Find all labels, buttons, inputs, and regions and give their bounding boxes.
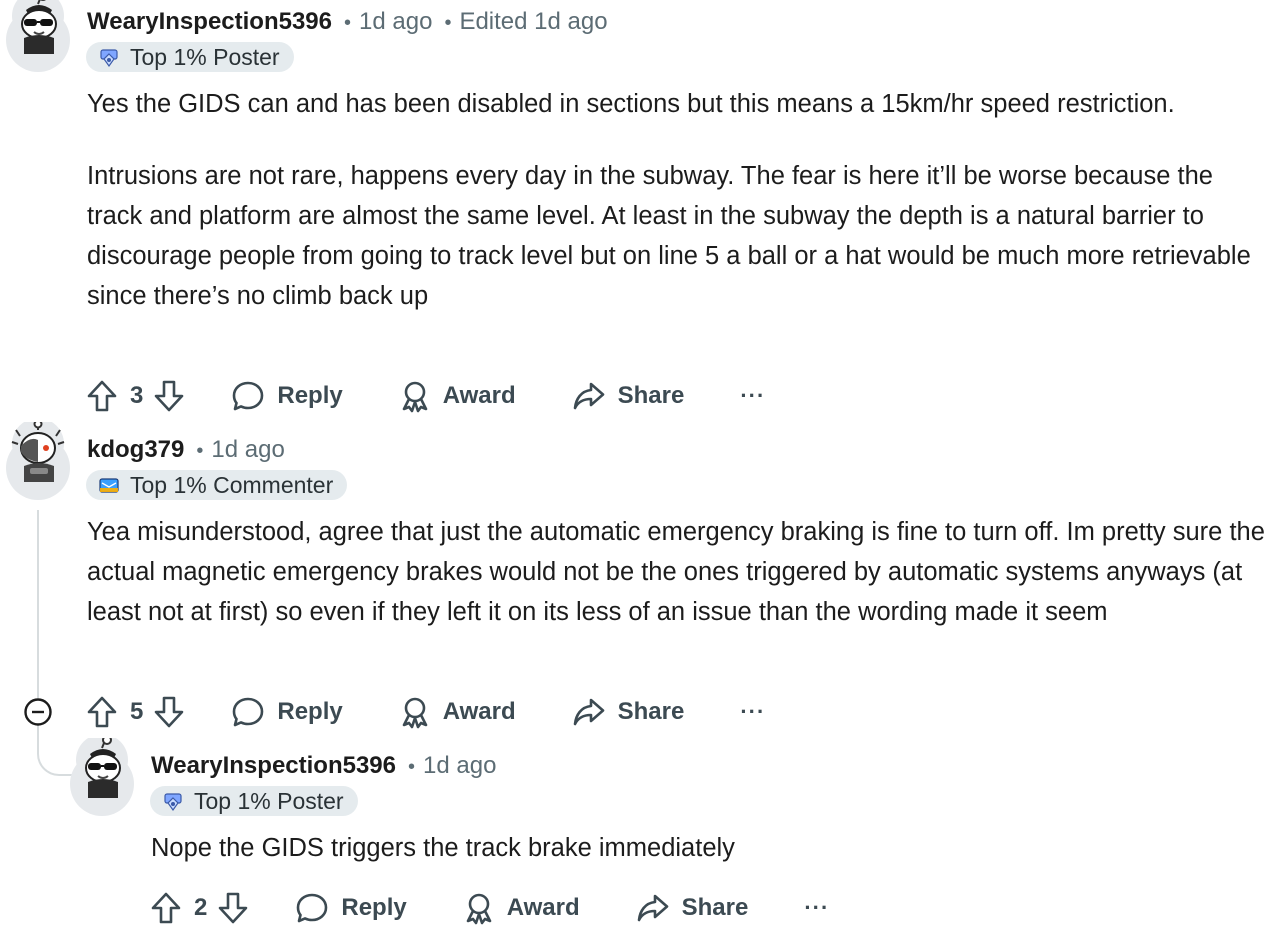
user-flair: Top 1% Poster xyxy=(86,42,294,72)
avatar[interactable] xyxy=(6,0,70,72)
award-ribbon-icon xyxy=(402,697,428,729)
share-button[interactable]: Share xyxy=(636,891,749,925)
more-options-button[interactable]: ··· xyxy=(804,895,829,921)
comment-paragraph: Yes the GIDS can and has been disabled i… xyxy=(87,90,1175,118)
speech-bubble-icon xyxy=(297,893,328,923)
comment-body: Yea misunderstood, agree that just the a… xyxy=(87,512,1272,632)
downvote-button[interactable] xyxy=(153,695,185,729)
snoo-robot-icon xyxy=(11,422,65,482)
award-ribbon-icon xyxy=(466,893,492,925)
flair-label: Top 1% Poster xyxy=(130,43,280,70)
comment-meta: WearyInspection5396 • 1d ago xyxy=(151,752,497,779)
snoo-sunglasses-icon xyxy=(76,738,128,798)
vote-count: 2 xyxy=(194,894,208,921)
award-label: Award xyxy=(506,894,580,921)
reply-button[interactable]: Reply xyxy=(295,891,407,925)
collapse-minus-icon[interactable] xyxy=(23,697,53,727)
author-link[interactable]: WearyInspection5396 xyxy=(151,752,396,779)
more-options-icon: ··· xyxy=(740,699,766,724)
award-button[interactable]: Award xyxy=(399,695,516,729)
downvote-icon xyxy=(219,892,248,924)
reply-label: Reply xyxy=(277,698,343,725)
speech-bubble-icon xyxy=(233,697,264,727)
share-arrow-icon xyxy=(573,698,604,726)
downvote-button[interactable] xyxy=(217,891,249,925)
reply-label: Reply xyxy=(277,382,343,409)
award-button[interactable]: Award xyxy=(463,891,580,925)
timestamp[interactable]: 1d ago xyxy=(359,8,432,35)
speech-bubble-icon xyxy=(233,381,264,411)
avatar[interactable] xyxy=(6,422,70,500)
commenter-badge-icon xyxy=(99,478,119,493)
vote-count: 3 xyxy=(130,382,144,409)
upvote-icon xyxy=(87,696,117,728)
vote-count: 5 xyxy=(130,698,144,725)
comment-paragraph: Yea misunderstood, agree that just the a… xyxy=(87,518,1265,626)
poster-badge-icon xyxy=(164,793,182,812)
share-label: Share xyxy=(617,698,685,725)
user-flair: Top 1% Poster xyxy=(150,786,358,816)
poster-badge-icon xyxy=(100,49,118,68)
upvote-button[interactable] xyxy=(86,379,118,413)
award-label: Award xyxy=(442,382,516,409)
award-ribbon-icon xyxy=(402,381,428,413)
upvote-button[interactable] xyxy=(86,695,118,729)
snoo-sunglasses-icon xyxy=(12,0,64,54)
comment-meta: kdog379 • 1d ago xyxy=(87,436,285,463)
more-options-button[interactable]: ··· xyxy=(740,383,765,409)
flair-label: Top 1% Commenter xyxy=(130,471,334,498)
comment-actions: 3 Reply Award Share ··· xyxy=(86,376,765,416)
upvote-icon xyxy=(151,892,181,924)
timestamp[interactable]: 1d ago xyxy=(423,752,496,779)
author-link[interactable]: kdog379 xyxy=(87,436,184,463)
comment-meta: WearyInspection5396 • 1d ago • Edited 1d ago xyxy=(87,8,608,35)
edited-label: Edited 1d ago xyxy=(459,8,608,35)
award-button[interactable]: Award xyxy=(399,379,516,413)
upvote-button[interactable] xyxy=(150,891,182,925)
share-label: Share xyxy=(617,382,685,409)
reply-button[interactable]: Reply xyxy=(231,695,343,729)
flair-label: Top 1% Poster xyxy=(194,787,344,814)
comment-paragraph: Nope the GIDS triggers the track brake i… xyxy=(151,834,735,862)
downvote-icon xyxy=(155,696,184,728)
share-label: Share xyxy=(681,894,749,921)
award-label: Award xyxy=(442,698,516,725)
more-options-icon: ··· xyxy=(804,895,830,920)
timestamp[interactable]: 1d ago xyxy=(211,436,284,463)
reply-label: Reply xyxy=(341,894,407,921)
comment-paragraph: Intrusions are not rare, happens every d… xyxy=(87,162,1251,310)
reply-button[interactable]: Reply xyxy=(231,379,343,413)
comment-body: Nope the GIDS triggers the track brake i… xyxy=(151,828,1261,868)
thread-line-main xyxy=(37,510,39,698)
more-options-button[interactable]: ··· xyxy=(740,699,765,725)
avatar[interactable] xyxy=(70,738,134,816)
comment-body: Yes the GIDS can and has been disabled i… xyxy=(87,84,1267,316)
comment-actions: 2 Reply Award Share ··· xyxy=(150,888,829,928)
comment-actions: 5 Reply Award Share ··· xyxy=(86,692,765,732)
downvote-icon xyxy=(155,380,184,412)
share-button[interactable]: Share xyxy=(572,379,685,413)
downvote-button[interactable] xyxy=(153,379,185,413)
share-arrow-icon xyxy=(573,382,604,410)
share-button[interactable]: Share xyxy=(572,695,685,729)
upvote-icon xyxy=(87,380,117,412)
author-link[interactable]: WearyInspection5396 xyxy=(87,8,332,35)
more-options-icon: ··· xyxy=(740,383,766,408)
share-arrow-icon xyxy=(637,894,668,922)
user-flair: Top 1% Commenter xyxy=(86,470,348,500)
